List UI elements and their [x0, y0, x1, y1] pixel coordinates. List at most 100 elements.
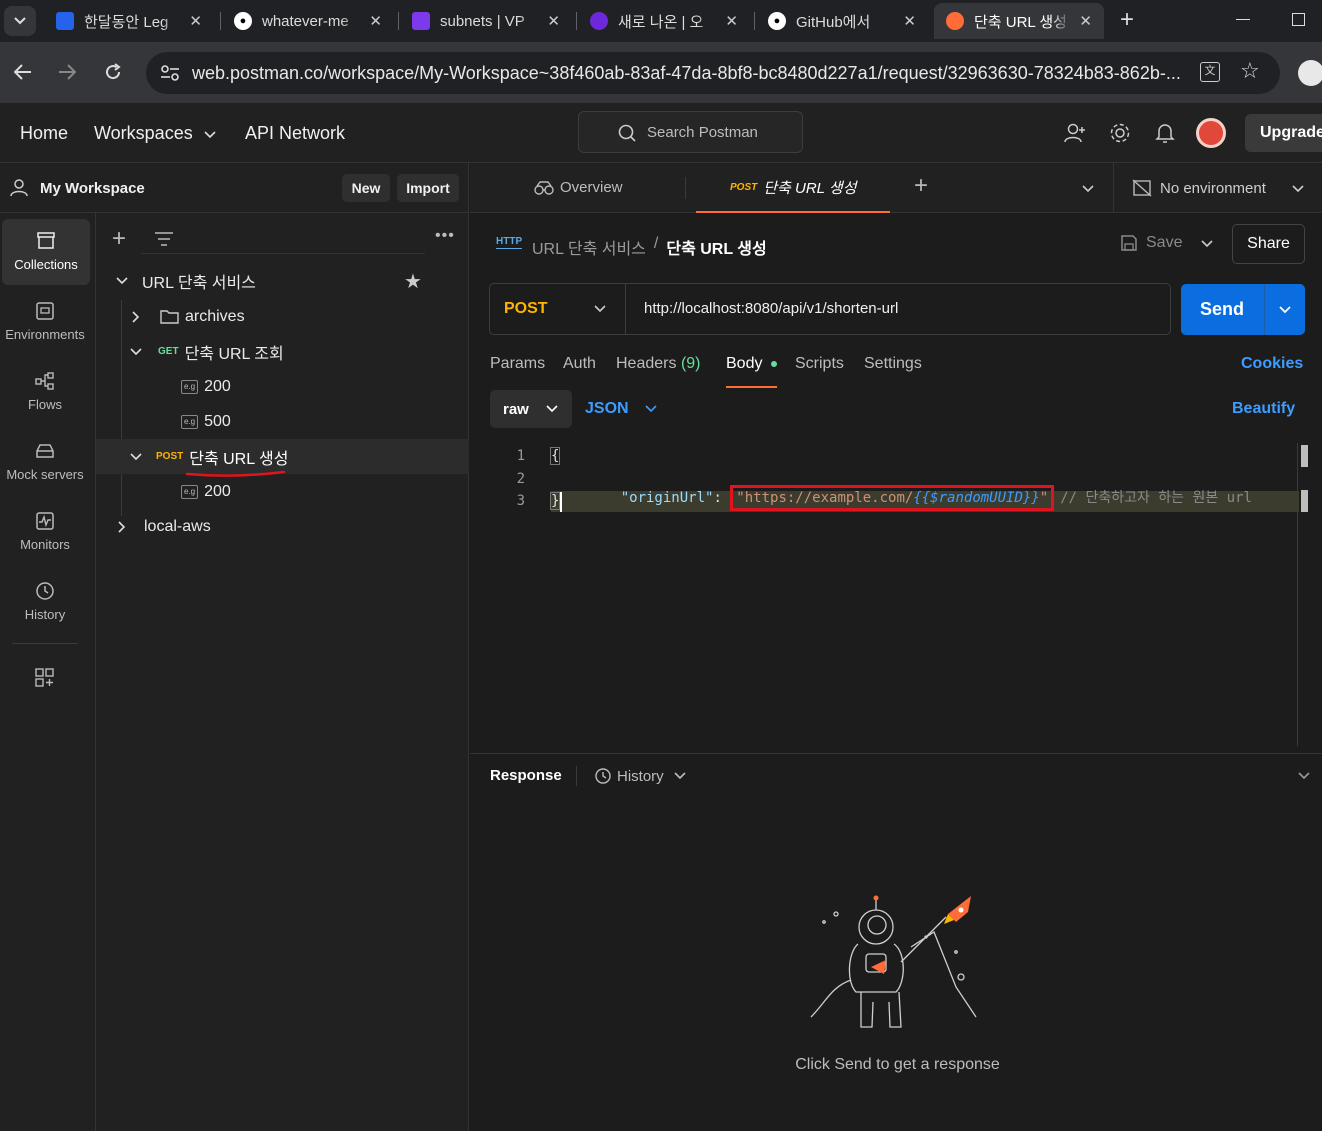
close-icon[interactable]: ✕ — [189, 12, 202, 30]
tab-title: whatever-me — [262, 12, 349, 30]
rail-divider — [12, 643, 78, 644]
new-tab-plus-icon[interactable]: + — [914, 172, 928, 200]
tab-params[interactable]: Params — [490, 355, 545, 373]
response-history-button[interactable]: History — [594, 767, 686, 785]
invite-user-icon[interactable] — [1064, 123, 1086, 143]
tab-overview[interactable]: Overview — [534, 179, 623, 196]
nav-api-network[interactable]: API Network — [245, 123, 345, 144]
new-tab-icon[interactable]: + — [1120, 6, 1134, 34]
upgrade-button[interactable]: Upgrade — [1245, 114, 1322, 152]
translate-icon[interactable]: 文 — [1200, 62, 1220, 82]
close-icon[interactable]: ✕ — [369, 12, 382, 30]
tree-folder[interactable]: archives — [96, 299, 469, 334]
json-colon: : — [713, 490, 731, 506]
tree-collection[interactable]: URL 단축 서비스 ★ — [96, 263, 469, 298]
body-format-select[interactable]: JSON — [585, 400, 657, 418]
browser-tab-active[interactable]: 단축 URL 생성 ✕ — [934, 3, 1104, 39]
method-select[interactable]: POST — [490, 284, 626, 334]
chevron-right-icon — [118, 520, 126, 533]
sidebar-item-mock-servers[interactable]: Mock servers — [0, 429, 90, 495]
add-collection-icon[interactable]: + — [112, 225, 126, 253]
scrollbar-thumb[interactable] — [1301, 490, 1308, 512]
tab-body[interactable]: Body — [726, 355, 777, 388]
new-button[interactable]: New — [342, 174, 390, 202]
tree-request[interactable]: GET 단축 URL 조회 — [96, 334, 469, 369]
tab-headers[interactable]: Headers (9) — [616, 355, 701, 373]
tree-example[interactable]: e.g 200 — [96, 369, 469, 404]
nav-workspaces[interactable]: Workspaces — [94, 123, 216, 144]
close-icon[interactable]: ✕ — [725, 12, 738, 30]
breadcrumb-parent[interactable]: URL 단축 서비스 — [532, 235, 646, 259]
forward-arrow-icon[interactable] — [58, 64, 76, 80]
sidebar-item-history[interactable]: History — [0, 569, 90, 635]
example-icon: e.g — [181, 414, 199, 429]
empty-response-message: Click Send to get a response — [795, 1056, 1000, 1073]
workspace-name[interactable]: My Workspace — [40, 180, 145, 197]
tab-settings[interactable]: Settings — [864, 355, 922, 373]
browser-tab[interactable]: ● GitHub에서 ✕ — [756, 3, 928, 39]
save-dropdown-icon[interactable] — [1201, 240, 1213, 248]
avatar[interactable] — [1196, 118, 1226, 148]
share-button[interactable]: Share — [1232, 224, 1305, 264]
browser-tab[interactable]: 한달동안 Leg ✕ — [44, 3, 214, 39]
tab-active-request[interactable]: POST 단축 URL 생성 — [696, 163, 890, 213]
cookies-link[interactable]: Cookies — [1241, 355, 1303, 373]
filter-input[interactable] — [141, 224, 425, 254]
configure-sidebar-icon[interactable] — [35, 668, 55, 688]
chevron-down-icon[interactable] — [1292, 185, 1304, 193]
url-input[interactable]: http://localhost:8080/api/v1/shorten-url — [644, 300, 898, 317]
sidebar-item-collections[interactable]: Collections — [2, 219, 90, 285]
tab-auth[interactable]: Auth — [563, 355, 596, 373]
postman-icon — [946, 12, 964, 30]
search-icon — [618, 124, 636, 142]
minimize-icon[interactable] — [1236, 19, 1250, 20]
notifications-bell-icon[interactable] — [1155, 122, 1175, 144]
close-icon[interactable]: ✕ — [903, 12, 916, 30]
profile-icon[interactable] — [1298, 60, 1322, 86]
tab-scripts[interactable]: Scripts — [795, 355, 844, 373]
astronaut-illustration — [810, 895, 977, 1028]
save-button[interactable]: Save — [1120, 234, 1182, 252]
body-editor[interactable]: 1 2 3 { "originUrl": "https://example.co… — [481, 443, 1322, 746]
site-settings-icon[interactable] — [160, 65, 180, 81]
browser-tab[interactable]: 새로 나온 | 오 ✕ — [578, 3, 750, 39]
editor-scrollbar[interactable] — [1297, 443, 1298, 746]
tabs-dropdown-icon[interactable] — [1082, 185, 1094, 193]
maximize-icon[interactable] — [1292, 13, 1305, 26]
address-bar[interactable]: web.postman.co/workspace/My-Workspace~38… — [146, 52, 1280, 94]
tree-example[interactable]: e.g 200 — [96, 474, 469, 509]
tab-title: GitHub에서 — [796, 13, 871, 31]
sidebar-item-monitors[interactable]: Monitors — [0, 499, 90, 565]
search-input[interactable]: Search Postman — [578, 111, 803, 153]
tree-collection[interactable]: local-aws — [96, 509, 469, 544]
collapse-response-icon[interactable] — [1298, 772, 1310, 780]
breadcrumb-current[interactable]: 단축 URL 생성 — [666, 235, 766, 259]
star-icon[interactable]: ★ — [404, 269, 422, 294]
collection-name: URL 단축 서비스 — [142, 274, 256, 292]
tree-example[interactable]: e.g 500 — [96, 404, 469, 439]
settings-gear-icon[interactable] — [1109, 122, 1131, 144]
scrollbar-thumb[interactable] — [1301, 445, 1308, 467]
sidebar-item-flows[interactable]: Flows — [0, 359, 90, 425]
github-icon: ● — [768, 12, 786, 30]
environment-selector[interactable]: No environment — [1132, 179, 1266, 197]
bookmark-star-icon[interactable]: ☆ — [1240, 58, 1260, 84]
example-name: 500 — [204, 412, 231, 430]
back-arrow-icon[interactable] — [14, 64, 32, 80]
mock-servers-icon — [36, 444, 54, 458]
browser-tab[interactable]: ● whatever-me ✕ — [222, 3, 394, 39]
more-options-icon[interactable]: ••• — [435, 227, 455, 245]
beautify-button[interactable]: Beautify — [1232, 400, 1295, 418]
body-mode-select[interactable]: raw — [490, 390, 572, 428]
send-button[interactable]: Send — [1181, 284, 1305, 335]
tab-search-button[interactable] — [4, 6, 36, 36]
close-icon[interactable]: ✕ — [1079, 12, 1092, 30]
send-dropdown-icon[interactable] — [1279, 306, 1291, 314]
sidebar-item-environments[interactable]: Environments — [0, 289, 90, 355]
import-button[interactable]: Import — [397, 174, 459, 202]
close-icon[interactable]: ✕ — [547, 12, 560, 30]
env-divider — [1113, 163, 1114, 213]
reload-icon[interactable] — [104, 63, 122, 81]
nav-home[interactable]: Home — [20, 123, 68, 144]
browser-tab[interactable]: subnets | VP ✕ — [400, 3, 572, 39]
